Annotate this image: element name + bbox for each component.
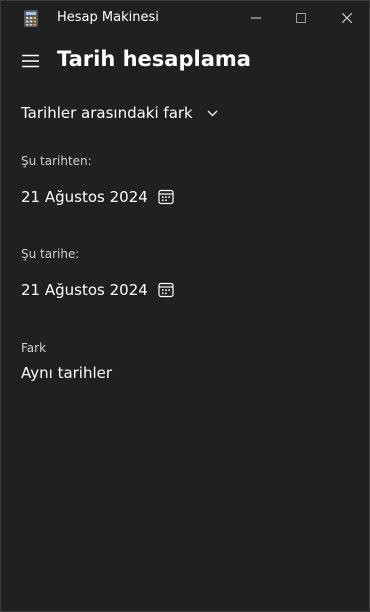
navigation-menu-button[interactable] bbox=[15, 49, 45, 75]
to-date-value: 21 Ağustos 2024 bbox=[21, 281, 148, 299]
from-date-label: Şu tarihten: bbox=[21, 154, 92, 168]
to-date-label: Şu tarihe: bbox=[21, 247, 80, 261]
calculator-icon bbox=[24, 10, 38, 27]
hamburger-menu-icon bbox=[21, 53, 39, 72]
app-title: Hesap Makinesi bbox=[57, 10, 159, 25]
maximize-button[interactable] bbox=[278, 1, 324, 35]
calculator-window: Hesap Makinesi Tarih hesaplama Tarihler … bbox=[0, 0, 370, 612]
from-date-picker[interactable]: 21 Ağustos 2024 bbox=[21, 186, 174, 208]
minimize-icon bbox=[251, 13, 261, 23]
calculation-mode-dropdown[interactable]: Tarihler arasındaki fark bbox=[21, 102, 218, 124]
from-date-value: 21 Ağustos 2024 bbox=[21, 188, 148, 206]
page-title: Tarih hesaplama bbox=[57, 47, 251, 71]
to-date-picker[interactable]: 21 Ağustos 2024 bbox=[21, 279, 174, 301]
calendar-icon[interactable] bbox=[158, 189, 174, 205]
chevron-down-icon bbox=[207, 110, 218, 117]
close-button[interactable] bbox=[324, 1, 369, 35]
title-bar[interactable]: Hesap Makinesi bbox=[1, 1, 369, 35]
calendar-icon[interactable] bbox=[158, 282, 174, 298]
minimize-button[interactable] bbox=[233, 1, 279, 35]
difference-value: Aynı tarihler bbox=[21, 364, 113, 382]
maximize-icon bbox=[296, 13, 306, 23]
calculation-mode-label: Tarihler arasındaki fark bbox=[21, 104, 193, 122]
difference-label: Fark bbox=[21, 341, 47, 355]
close-icon bbox=[342, 13, 352, 23]
